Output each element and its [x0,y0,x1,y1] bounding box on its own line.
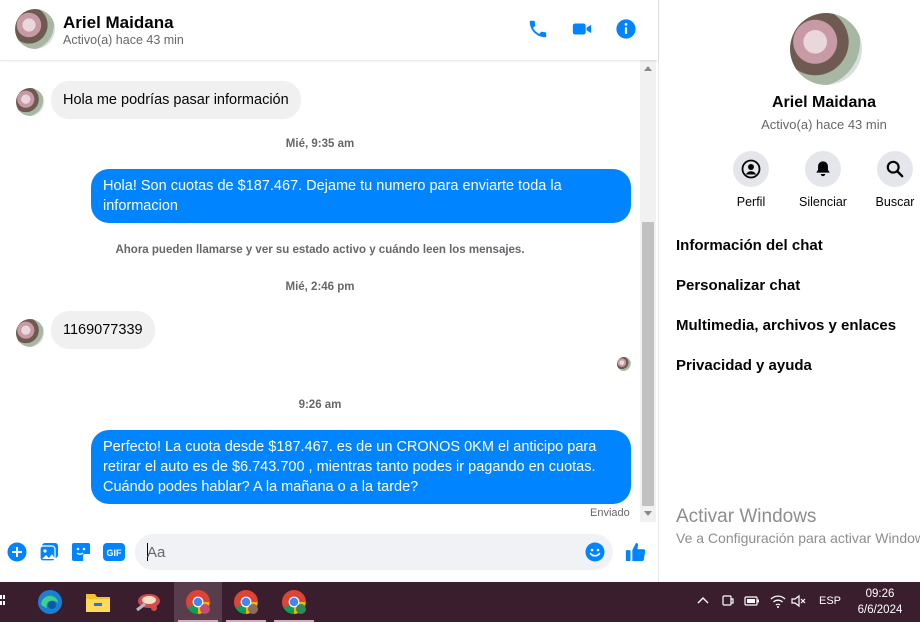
info-avatar[interactable] [790,13,862,85]
svg-text:GIF: GIF [107,548,123,558]
seen-receipt-avatar [617,357,631,371]
activation-watermark-subtitle: Ve a Configuración para activar Windows. [676,530,920,546]
menu-customize-chat[interactable]: Personalizar chat [676,277,800,294]
battery-icon[interactable] [744,595,760,610]
input-language[interactable]: ESP [819,595,841,607]
phone-icon[interactable] [526,17,550,41]
clock[interactable]: 09:26 6/6/2024 [850,586,910,618]
sticker-icon[interactable] [71,542,91,562]
message-outgoing[interactable]: Perfecto! La cuota desde $187.467. es de… [91,430,631,504]
menu-chat-info[interactable]: Información del chat [676,237,823,254]
timestamp: Mié, 9:35 am [285,138,355,150]
app-icon[interactable] [124,582,172,622]
device-icon[interactable] [721,594,735,611]
like-icon[interactable] [624,540,648,564]
search-label: Buscar [875,195,915,209]
video-camera-icon[interactable] [570,17,594,41]
message-scrollbar[interactable] [640,60,656,522]
message-incoming[interactable]: 1169077339 [51,311,155,349]
timestamp: Mié, 2:46 pm [285,281,355,293]
info-contact-status: Activo(a) hace 43 min [761,117,887,132]
plus-icon[interactable] [7,542,27,562]
scroll-thumb[interactable] [642,222,654,506]
messenger-window: Ariel Maidana Activo(a) hace 43 min Hola… [0,0,920,582]
profile-button[interactable]: Perfil [721,151,781,209]
scroll-down-arrow[interactable] [644,511,652,516]
contact-avatar[interactable] [15,9,55,49]
profile-label: Perfil [736,195,766,209]
contact-status: Activo(a) hace 43 min [63,33,184,47]
message-incoming[interactable]: Hola me podrías pasar información [51,81,301,119]
search-icon [877,151,913,187]
menu-media-files-links[interactable]: Multimedia, archivos y enlaces [676,317,896,334]
chat-info-panel: Ariel Maidana Activo(a) hace 43 min Perf… [658,0,920,582]
menu-privacy-help[interactable]: Privacidad y ayuda [676,357,812,374]
mute-button[interactable]: Silenciar [793,151,853,209]
activation-watermark-title: Activar Windows [676,506,817,527]
wifi-icon[interactable] [770,594,786,611]
chevron-up-icon[interactable] [697,595,709,610]
gif-icon[interactable]: GIF [103,542,125,562]
file-explorer-icon[interactable] [74,582,122,622]
mute-label: Silenciar [799,195,847,209]
emoji-icon[interactable] [585,542,605,562]
chrome-profile-t-icon[interactable] [270,582,318,622]
sender-avatar[interactable] [16,319,44,347]
clock-date: 6/6/2024 [857,604,903,616]
message-input[interactable] [147,534,577,570]
message-list[interactable]: Hola me podrías pasar información Mié, 9… [0,60,640,522]
message-outgoing[interactable]: Hola! Son cuotas de $187.467. Dejame tu … [91,169,631,223]
chrome-icon[interactable] [174,582,222,622]
message-input-wrapper[interactable] [135,534,613,570]
system-message: Ahora pueden llamarse y ver su estado ac… [115,244,525,256]
search-button[interactable]: Buscar [865,151,920,209]
chat-header: Ariel Maidana Activo(a) hace 43 min [0,0,658,60]
timestamp: 9:26 am [298,399,342,411]
chrome-profile-icon[interactable] [222,582,270,622]
scroll-up-arrow[interactable] [644,66,652,71]
sent-status: Enviado [590,507,630,519]
image-icon[interactable] [39,542,59,562]
chat-panel: Ariel Maidana Activo(a) hace 43 min Hola… [0,0,658,582]
edge-icon[interactable] [26,582,74,622]
info-icon[interactable] [614,17,638,41]
bell-icon [805,151,841,187]
task-view-icon[interactable] [0,593,6,611]
contact-name[interactable]: Ariel Maidana [63,13,174,33]
profile-icon [733,151,769,187]
info-contact-name: Ariel Maidana [771,94,877,111]
composer-bar: GIF [0,522,658,582]
windows-taskbar: ESP 09:26 6/6/2024 [0,582,920,622]
sender-avatar[interactable] [16,88,44,116]
speaker-muted-icon[interactable] [791,594,807,611]
clock-time: 09:26 [865,588,895,600]
